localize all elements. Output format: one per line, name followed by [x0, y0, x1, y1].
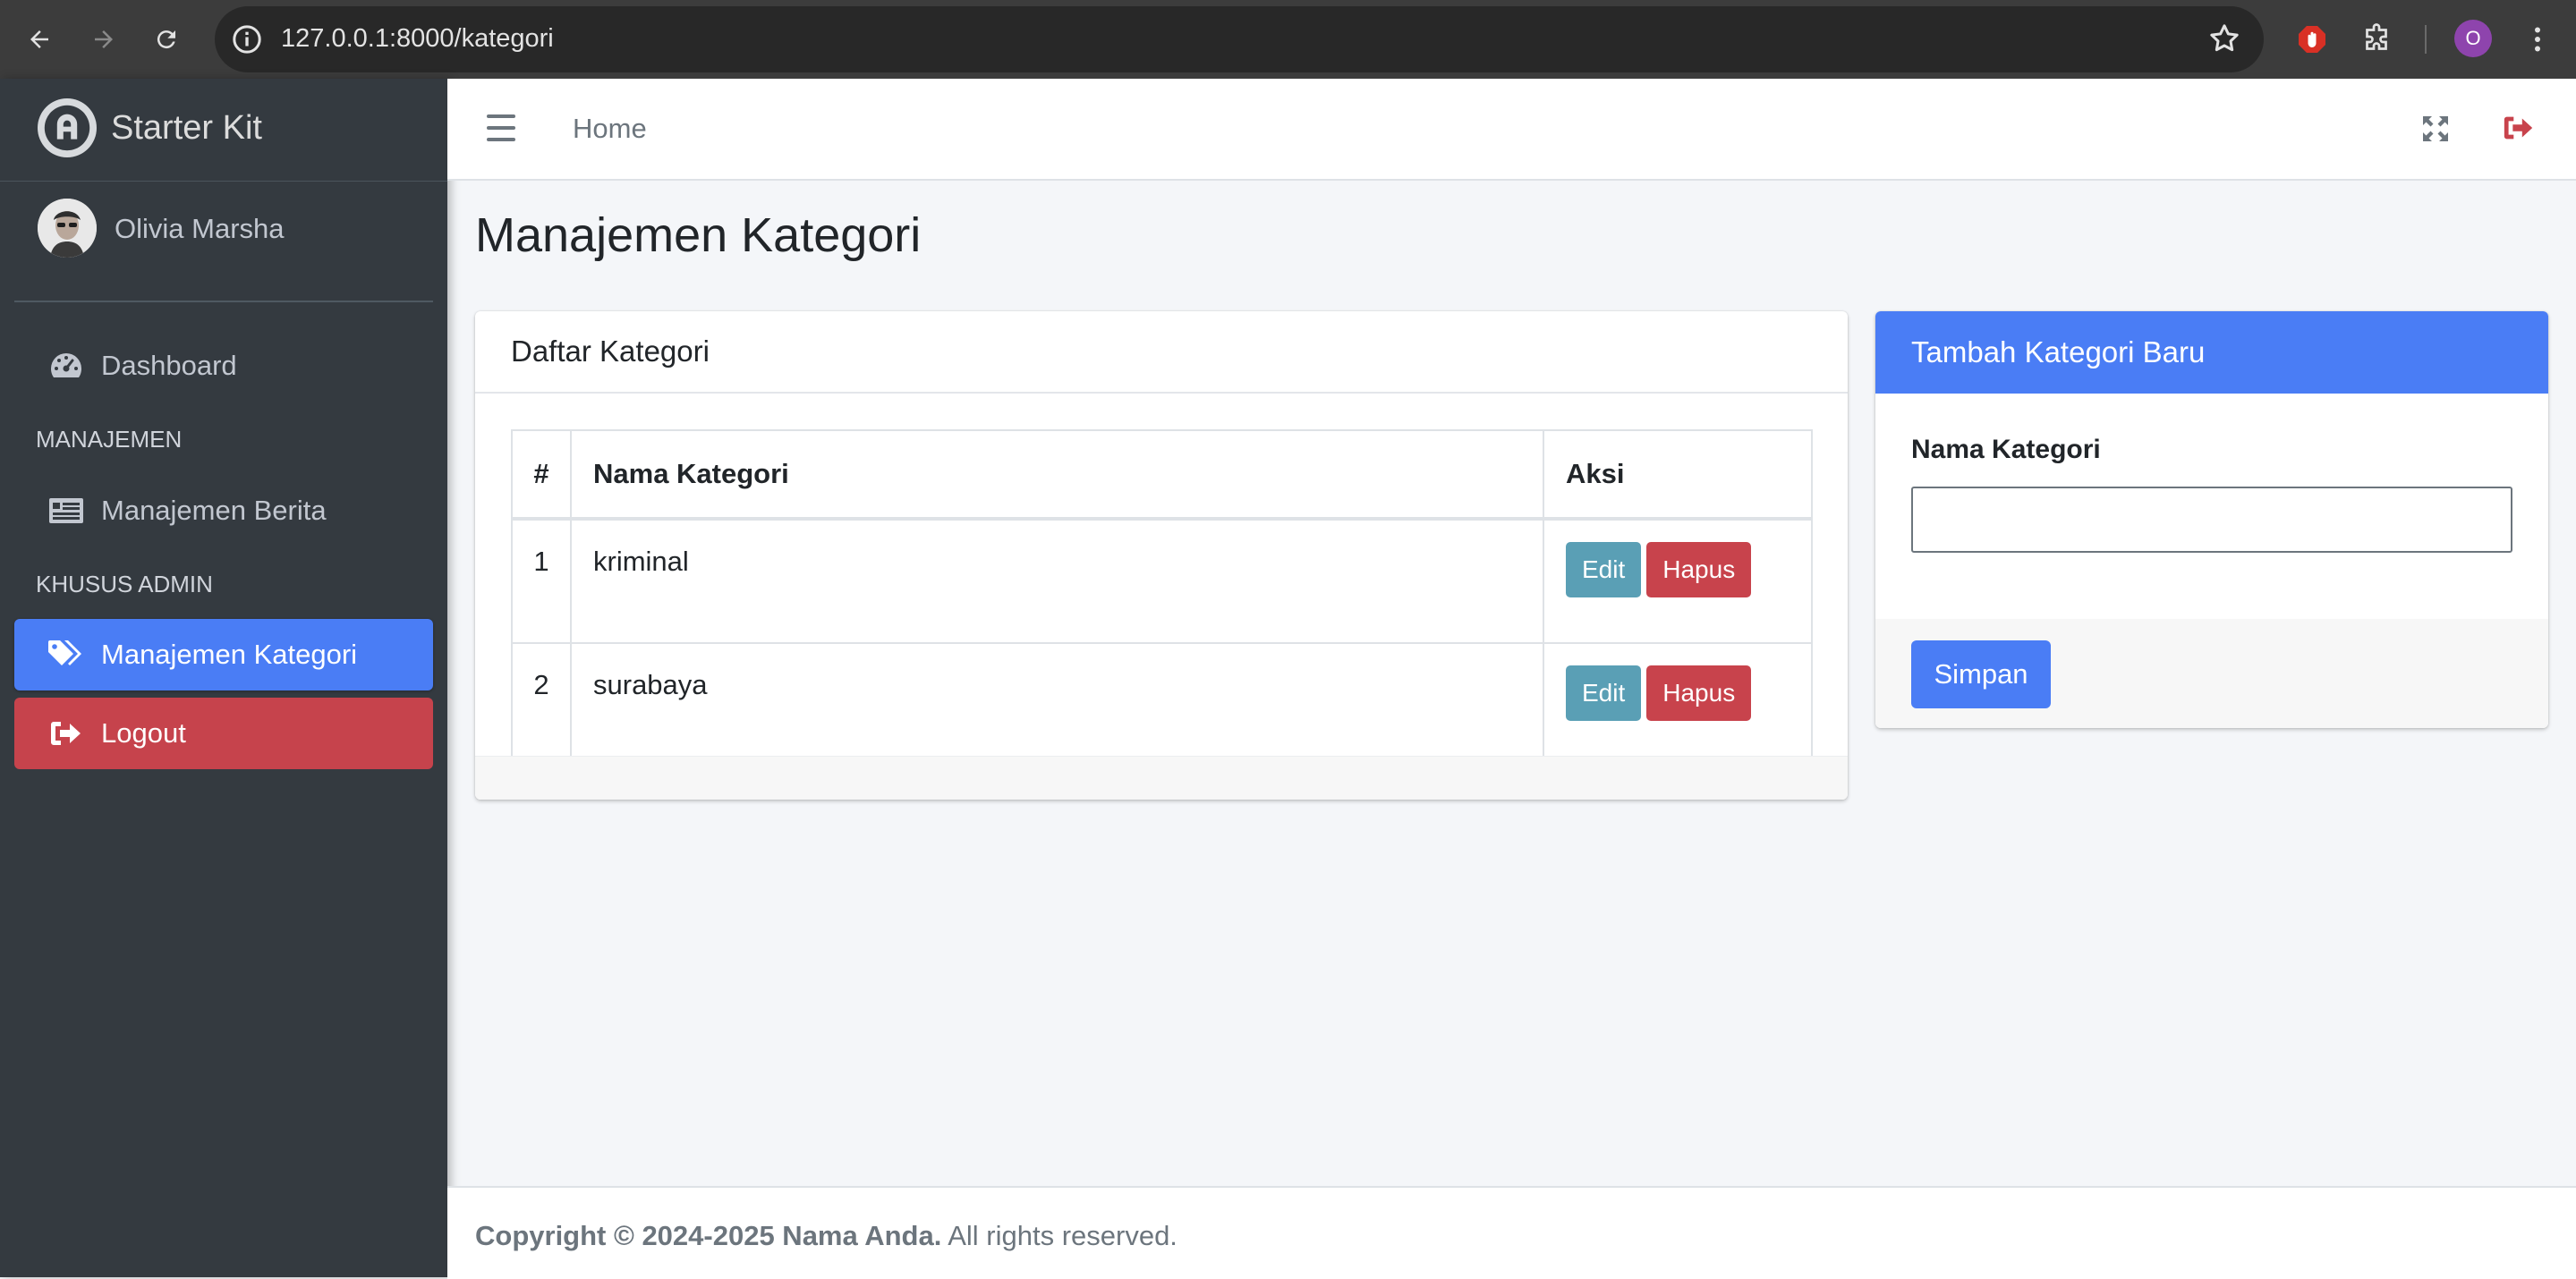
brand-link[interactable]: Starter Kit: [0, 79, 447, 182]
tachometer-icon: [47, 348, 86, 384]
row-actions: Edit Hapus: [1543, 518, 1813, 644]
table-header-row: # Nama Kategori Aksi: [511, 429, 1813, 521]
sidebar: Starter Kit Olivia Marsha Dashboard MANA…: [0, 79, 447, 1277]
delete-button[interactable]: Hapus: [1646, 542, 1752, 597]
category-name-input[interactable]: [1911, 487, 2512, 553]
menu-header-manajemen: MANAJEMEN: [36, 426, 183, 453]
row-number: 2: [511, 642, 572, 767]
sign-out-icon: [47, 716, 86, 751]
category-name-label: Nama Kategori: [1911, 435, 2101, 464]
tags-icon: [47, 637, 86, 673]
nav-home-link[interactable]: Home: [573, 113, 647, 145]
card-title: Daftar Kategori: [511, 335, 710, 368]
forward-icon[interactable]: [86, 21, 122, 57]
browser-toolbar: 127.0.0.1:8000/kategori O: [0, 0, 2576, 79]
toolbar-divider: [2425, 25, 2427, 54]
top-navbar: Home: [447, 79, 2576, 181]
menu-header-khusus-admin: KHUSUS ADMIN: [36, 571, 213, 597]
column-header-number: #: [511, 429, 572, 521]
avatar[interactable]: [38, 199, 97, 258]
column-header-name: Nama Kategori: [570, 429, 1544, 521]
card-header: Tambah Kategori Baru: [1875, 311, 2548, 394]
edit-button[interactable]: Edit: [1566, 665, 1642, 721]
sidebar-item-dashboard[interactable]: Dashboard: [14, 330, 433, 402]
row-number: 1: [511, 518, 572, 644]
sidebar-item-manajemen-kategori[interactable]: Manajemen Kategori: [14, 619, 433, 690]
copyright-text: Copyright © 2024-2025 Nama Anda. All rig…: [475, 1220, 1177, 1252]
url-text: 127.0.0.1:8000/kategori: [281, 24, 554, 53]
more-menu-icon[interactable]: [2518, 20, 2557, 59]
category-list-card: Daftar Kategori # Nama Kategori Aksi 1 k…: [475, 311, 1848, 800]
edit-button[interactable]: Edit: [1566, 542, 1642, 597]
brand-text: Starter Kit: [111, 109, 262, 147]
main-footer: Copyright © 2024-2025 Nama Anda. All rig…: [447, 1186, 2576, 1279]
sidebar-item-logout[interactable]: Logout: [14, 698, 433, 769]
card-header: Daftar Kategori: [475, 311, 1848, 394]
site-info-icon[interactable]: [229, 21, 265, 57]
card-footer: Simpan: [1875, 619, 2548, 728]
sidebar-item-manajemen-berita[interactable]: Manajemen Berita: [14, 475, 433, 546]
row-actions: Edit Hapus: [1543, 642, 1813, 767]
delete-button[interactable]: Hapus: [1646, 665, 1752, 721]
add-category-card: Tambah Kategori Baru Nama Kategori Simpa…: [1875, 311, 2548, 728]
user-panel: Olivia Marsha: [14, 181, 433, 302]
sidebar-item-label: Dashboard: [101, 350, 237, 381]
column-header-actions: Aksi: [1543, 429, 1813, 521]
extension-stop-icon[interactable]: [2292, 20, 2332, 59]
reload-icon[interactable]: [149, 21, 184, 57]
sidebar-item-label: Manajemen Berita: [101, 495, 327, 526]
address-bar[interactable]: 127.0.0.1:8000/kategori: [215, 6, 2264, 72]
copyright-rest: All rights reserved.: [948, 1220, 1177, 1251]
user-name[interactable]: Olivia Marsha: [115, 213, 285, 245]
newspaper-icon: [47, 493, 86, 529]
sidebar-item-label: Manajemen Kategori: [101, 639, 358, 670]
bookmark-star-icon[interactable]: [2206, 21, 2242, 56]
category-name: kriminal: [570, 518, 1544, 644]
copyright-bold: Copyright © 2024-2025 Nama Anda.: [475, 1220, 942, 1251]
hamburger-menu-icon[interactable]: [487, 114, 515, 141]
fullscreen-expand-icon[interactable]: [2419, 113, 2452, 145]
table-row: 2 surabaya Edit Hapus: [511, 642, 1813, 767]
card-title: Tambah Kategori Baru: [1911, 335, 2206, 368]
extensions-puzzle-icon[interactable]: [2357, 20, 2396, 59]
page-title: Manajemen Kategori: [475, 208, 922, 262]
category-name: surabaya: [570, 642, 1544, 767]
save-button[interactable]: Simpan: [1911, 640, 2051, 708]
table-row: 1 kriminal Edit Hapus: [511, 518, 1813, 644]
brand-logo-icon: [38, 98, 97, 157]
sidebar-item-label: Logout: [101, 717, 186, 749]
category-table: # Nama Kategori Aksi 1 kriminal Edit Hapu…: [511, 429, 1813, 767]
navbar-logout-icon[interactable]: [2502, 113, 2536, 145]
profile-avatar[interactable]: O: [2454, 20, 2492, 57]
card-footer: [475, 756, 1848, 800]
back-icon[interactable]: [21, 21, 57, 57]
